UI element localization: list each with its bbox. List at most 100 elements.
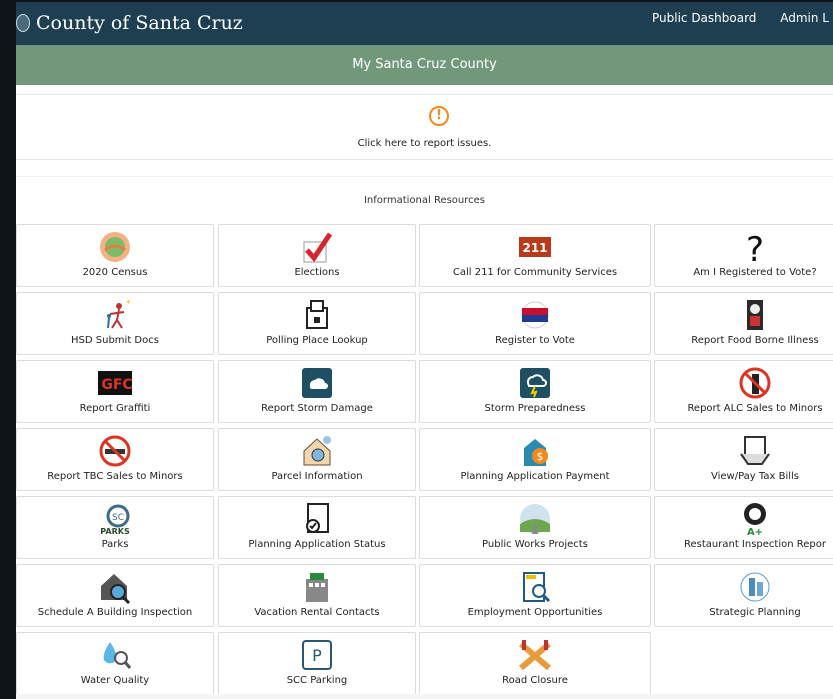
211-icon: 211 bbox=[518, 230, 552, 264]
resource-tile-label: Schedule A Building Inspection bbox=[37, 607, 193, 618]
resource-tile[interactable]: Public Works Projects bbox=[419, 496, 651, 559]
svg-text:P: P bbox=[312, 646, 322, 665]
strategy-icon bbox=[738, 570, 772, 604]
house-search-icon bbox=[300, 434, 334, 468]
house-inspect-icon bbox=[98, 570, 132, 605]
question-icon: ? bbox=[738, 230, 772, 270]
top-links: Public Dashboard Admin L bbox=[652, 11, 833, 25]
svg-text:SC: SC bbox=[112, 513, 124, 523]
building-icon bbox=[300, 570, 334, 604]
road-closure-icon bbox=[518, 638, 552, 672]
top-navigation-bar: County of Santa Cruz Public Dashboard Ad… bbox=[16, 2, 833, 45]
resource-tile-label: View/Pay Tax Bills bbox=[711, 471, 799, 482]
resource-tile[interactable]: View/Pay Tax Bills bbox=[654, 428, 833, 491]
resource-tile-label: Register to Vote bbox=[495, 335, 575, 346]
payment-icon: $ bbox=[518, 434, 552, 468]
resource-tile-label: Public Works Projects bbox=[482, 539, 588, 550]
public-dashboard-link[interactable]: Public Dashboard bbox=[652, 11, 756, 25]
resource-tile[interactable]: P SCC Parking bbox=[218, 632, 416, 695]
storm-icon bbox=[518, 366, 552, 400]
resource-tile-label: Employment Opportunities bbox=[467, 607, 603, 618]
resource-tile[interactable]: Report ALC Sales to Minors bbox=[654, 360, 833, 423]
resource-tile-label: Strategic Planning bbox=[709, 607, 801, 618]
resource-tile[interactable]: Storm Preparedness bbox=[419, 360, 651, 423]
svg-text:GFC: GFC bbox=[101, 377, 132, 393]
resources-heading: Informational Resources bbox=[16, 176, 833, 217]
document-check-icon bbox=[300, 502, 334, 536]
resource-tile-label: Call 211 for Community Services bbox=[452, 267, 618, 278]
resource-tile[interactable]: ? Am I Registered to Vote? bbox=[654, 224, 833, 287]
resource-tile-label: Report Food Borne Illness bbox=[691, 335, 819, 346]
resource-tile[interactable]: Water Quality bbox=[16, 632, 214, 695]
svg-text:$: $ bbox=[537, 450, 544, 463]
resource-tile[interactable]: A+ Restaurant Inspection Repor bbox=[654, 496, 833, 559]
report-issues-section[interactable]: ! Click here to report issues. bbox=[16, 94, 833, 160]
report-issues-link[interactable]: Click here to report issues. bbox=[16, 138, 833, 149]
resource-tile[interactable]: 2020 Census bbox=[16, 224, 214, 287]
resource-tile[interactable]: Road Closure bbox=[419, 632, 651, 695]
resource-tile-label: HSD Submit Docs bbox=[71, 335, 159, 346]
parking-icon: P bbox=[300, 638, 334, 672]
resource-tile-label: Restaurant Inspection Repor bbox=[684, 539, 826, 550]
resource-tile[interactable]: SC PARKS Parks bbox=[16, 496, 214, 559]
resource-tile-grid: 2020 Census Elections 211 Call 211 for Comm… bbox=[16, 224, 833, 695]
register-badge-icon bbox=[518, 298, 552, 332]
resource-tile-label: Storm Preparedness bbox=[484, 403, 586, 414]
resource-tile-label: SCC Parking bbox=[286, 675, 348, 686]
svg-text:211: 211 bbox=[522, 241, 547, 255]
resource-tile-label: Parks bbox=[101, 539, 129, 550]
resource-tile[interactable]: Vacation Rental Contacts bbox=[218, 564, 416, 627]
no-smoking-icon bbox=[98, 434, 132, 468]
svg-text:PARKS: PARKS bbox=[100, 527, 130, 536]
graffiti-icon: GFC bbox=[98, 366, 133, 400]
resource-tile-label: Elections bbox=[294, 267, 340, 278]
resource-tile-label: 2020 Census bbox=[82, 267, 148, 278]
resource-tile-label: Report Graffiti bbox=[79, 403, 151, 414]
job-search-icon bbox=[518, 570, 552, 604]
resource-tile[interactable]: Employment Opportunities bbox=[419, 564, 651, 627]
resource-tile-label: Am I Registered to Vote? bbox=[693, 267, 817, 278]
resource-tile[interactable]: GFC Report Graffiti bbox=[16, 360, 214, 423]
resource-tile-label: Vacation Rental Contacts bbox=[254, 607, 380, 618]
site-brand[interactable]: County of Santa Cruz bbox=[36, 12, 243, 34]
checkmark-icon bbox=[300, 230, 334, 264]
no-alcohol-icon bbox=[738, 366, 772, 400]
resource-tile[interactable]: Report Food Borne Illness bbox=[654, 292, 833, 355]
page-title-bar: My Santa Cruz County bbox=[16, 45, 833, 85]
alert-icon[interactable]: ! bbox=[429, 106, 449, 126]
resource-tile[interactable]: Parcel Information bbox=[218, 428, 416, 491]
people-icon: * bbox=[98, 298, 132, 332]
resource-tile[interactable]: $ Planning Application Payment bbox=[419, 428, 651, 491]
water-drop-icon bbox=[98, 638, 132, 672]
resource-tile-label: Polling Place Lookup bbox=[266, 335, 368, 346]
resource-tile[interactable]: Strategic Planning bbox=[654, 564, 833, 627]
cloud-icon bbox=[300, 366, 334, 400]
resource-tile[interactable]: Report Storm Damage bbox=[218, 360, 416, 423]
resource-tile-label: Road Closure bbox=[502, 675, 568, 686]
county-seal-icon bbox=[16, 14, 30, 32]
census-icon bbox=[98, 230, 132, 264]
svg-text:A+: A+ bbox=[747, 527, 763, 536]
resource-tile-label: Planning Application Payment bbox=[460, 471, 610, 482]
resource-tile[interactable]: Polling Place Lookup bbox=[218, 292, 416, 355]
road-landscape-icon bbox=[518, 502, 552, 536]
admin-link[interactable]: Admin L bbox=[780, 11, 829, 25]
restaurant-grade-icon: A+ bbox=[738, 502, 772, 538]
parks-logo-icon: SC PARKS bbox=[98, 502, 132, 536]
resource-tile[interactable]: Register to Vote bbox=[419, 292, 651, 355]
resource-tile[interactable]: * HSD Submit Docs bbox=[16, 292, 214, 355]
resource-tile-label: Report Storm Damage bbox=[261, 403, 373, 414]
resource-tile[interactable]: 211 Call 211 for Community Services bbox=[419, 224, 651, 287]
resource-tile[interactable]: Elections bbox=[218, 224, 416, 287]
resource-tile[interactable]: Planning Application Status bbox=[218, 496, 416, 559]
svg-text:*: * bbox=[126, 299, 131, 309]
resource-tile[interactable]: Report TBC Sales to Minors bbox=[16, 428, 214, 491]
resource-tile-label: Report TBC Sales to Minors bbox=[47, 471, 183, 482]
resource-tile[interactable]: Schedule A Building Inspection bbox=[16, 564, 214, 627]
resource-tile-label: Report ALC Sales to Minors bbox=[687, 403, 823, 414]
resource-tile-label: Parcel Information bbox=[271, 471, 363, 482]
page-title: My Santa Cruz County bbox=[352, 57, 497, 72]
svg-text:?: ? bbox=[746, 230, 764, 264]
page-bottom-edge bbox=[16, 694, 833, 699]
resource-tile-label: Planning Application Status bbox=[248, 539, 386, 550]
